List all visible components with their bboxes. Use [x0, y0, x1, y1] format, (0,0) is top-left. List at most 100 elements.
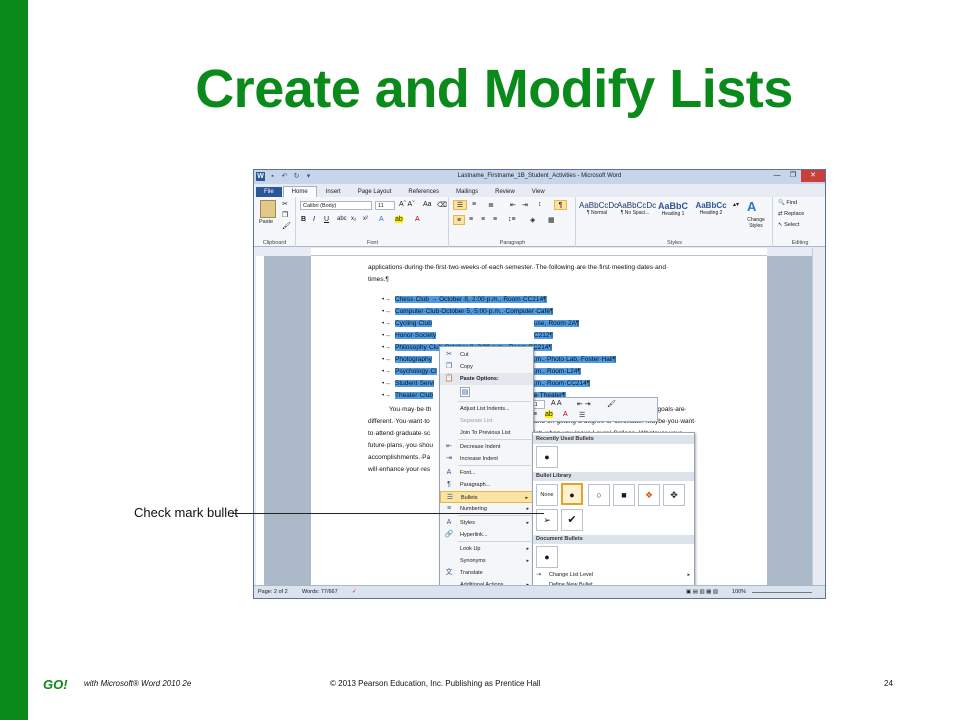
font-size-box[interactable]: 11	[375, 201, 395, 210]
list-item-continuation[interactable]: use,·Room·2A¶	[534, 320, 580, 327]
superscript-icon[interactable]: x²	[363, 216, 368, 222]
sort-icon[interactable]: ↕	[538, 201, 542, 208]
bullet-solid-circle[interactable]: ●	[561, 483, 583, 505]
bullet-hollow-circle[interactable]: ○	[588, 484, 610, 506]
list-item-continuation[interactable]: .m.,·Room·CC214¶	[534, 380, 591, 387]
align-right-icon[interactable]: ≡	[481, 216, 485, 223]
menu-item-copy[interactable]: ❐ Copy	[440, 361, 533, 373]
change-styles-button[interactable]: Change Styles	[743, 217, 769, 229]
menu-item-increase-indent[interactable]: ⇥ Increase Indent	[440, 453, 533, 465]
list-item[interactable]: Cycling·Club	[395, 320, 432, 327]
select-button[interactable]: ↖ Select	[778, 222, 799, 228]
tab-references[interactable]: References	[400, 187, 447, 197]
bullet-four-diamonds[interactable]: ✥	[663, 484, 685, 506]
restore-icon[interactable]: ❐	[785, 170, 801, 182]
bullet-colored-diamonds[interactable]: ❖	[638, 484, 660, 506]
proofing-icon[interactable]: ✓	[352, 589, 357, 595]
change-case-icon[interactable]: Aa	[423, 201, 432, 208]
underline-icon[interactable]: U	[324, 216, 329, 223]
zoom-level[interactable]: 100%	[732, 589, 746, 595]
style-heading-1[interactable]: AaBbC Heading 1	[655, 201, 691, 229]
increase-indent-button-icon[interactable]: ⇥	[522, 201, 528, 209]
menu-item-cut[interactable]: ✂ Cut	[440, 349, 533, 361]
menu-item-styles[interactable]: A Styles ▸	[440, 517, 533, 529]
bullet-check-mark[interactable]: ✔	[561, 509, 583, 531]
cut-icon[interactable]: ✂	[282, 200, 288, 208]
text-effects-icon[interactable]: A	[379, 216, 384, 223]
list-item-continuation[interactable]: C212¶	[534, 332, 554, 339]
list-item[interactable]: Honor·Society	[395, 332, 437, 339]
vertical-ruler[interactable]	[256, 256, 264, 586]
justify-icon[interactable]: ≡	[493, 216, 497, 223]
tab-page-layout[interactable]: Page Layout	[350, 187, 400, 197]
tab-insert[interactable]: Insert	[318, 187, 349, 197]
menu-item-paragraph[interactable]: ¶ Paragraph...	[440, 479, 533, 491]
tab-home[interactable]: Home	[282, 186, 317, 197]
word-count[interactable]: Words: 77/667	[302, 589, 338, 595]
line-spacing-icon[interactable]: ↕≡	[508, 216, 516, 223]
mini-indent-icon[interactable]: ⇤ ⇥	[577, 400, 591, 408]
vertical-scrollbar[interactable]	[812, 248, 825, 586]
list-item[interactable]: Photography	[395, 356, 432, 363]
subscript-icon[interactable]: x₂	[351, 216, 356, 222]
mini-bullets-icon[interactable]: ☰	[579, 411, 585, 419]
tab-file[interactable]: File	[256, 187, 282, 197]
style-no-spacing[interactable]: AaBbCcDc ¶ No Spaci...	[617, 201, 656, 229]
copy-icon[interactable]: ❐	[282, 211, 288, 219]
bullets-button-icon[interactable]: ☰	[453, 200, 467, 210]
menu-item-adjust-list-indents[interactable]: Adjust List Indents...	[440, 403, 533, 415]
page-count[interactable]: Page: 2 of 2	[258, 589, 288, 595]
mini-format-painter-icon[interactable]: 🖌	[607, 400, 616, 408]
grow-font-icon[interactable]: Aˆ Aˇ	[399, 201, 415, 208]
style-normal[interactable]: AaBbCcDc ¶ Normal	[579, 201, 618, 229]
menu-item-decrease-indent[interactable]: ⇤ Decrease Indent	[440, 441, 533, 453]
bullet-square[interactable]: ■	[613, 484, 635, 506]
change-styles-icon[interactable]: A	[747, 199, 756, 214]
italic-icon[interactable]: I	[313, 216, 315, 223]
list-item[interactable]: Computer·Club·October·5,·5:00·p.m.,·Comp…	[395, 308, 554, 315]
align-left-icon[interactable]: ≡	[453, 215, 465, 225]
menu-item-bullets[interactable]: ☰ Bullets ▸	[440, 491, 533, 503]
find-button[interactable]: 🔍 Find	[778, 200, 797, 206]
format-painter-icon[interactable]: 🖌	[282, 222, 291, 230]
strikethrough-icon[interactable]: abc	[337, 216, 347, 222]
mini-highlight-icon[interactable]: ab	[545, 411, 553, 418]
menu-item-font[interactable]: A Font...	[440, 467, 533, 479]
document-bullet-solid-circle[interactable]: ●	[536, 546, 558, 568]
font-name-box[interactable]: Calibri (Body)	[300, 201, 372, 210]
minimize-icon[interactable]: —	[769, 170, 785, 182]
menu-item-separate-list[interactable]: Separate List	[440, 415, 533, 427]
paste-button[interactable]: Paste	[259, 219, 273, 225]
multilevel-list-icon[interactable]: ≣	[488, 201, 494, 209]
styles-scroll-icon[interactable]: ▴▾	[733, 201, 739, 208]
replace-button[interactable]: ⇄ Replace	[778, 211, 804, 217]
center-icon[interactable]: ≡	[469, 216, 473, 223]
view-buttons-icon[interactable]: ▣ ▤ ▥ ▦ ▧	[686, 589, 718, 595]
highlight-icon[interactable]: ab	[395, 216, 403, 223]
list-item[interactable]: Student·Servi	[395, 380, 435, 387]
list-item[interactable]: Psychology·Cl	[395, 368, 437, 375]
list-item[interactable]: Theater·Club	[395, 392, 433, 399]
borders-icon[interactable]: ▦	[548, 216, 555, 224]
mini-grow-font-icon[interactable]: A A	[551, 400, 562, 407]
decrease-indent-button-icon[interactable]: ⇤	[510, 201, 516, 209]
menu-item-synonyms[interactable]: Synonyms ▸	[440, 555, 533, 567]
paste-keep-text-only[interactable]: ▤	[440, 385, 533, 401]
show-marks-icon[interactable]: ¶	[554, 200, 567, 210]
tab-view[interactable]: View	[524, 187, 553, 197]
tab-review[interactable]: Review	[487, 187, 523, 197]
font-color-icon[interactable]: A	[415, 216, 420, 223]
horizontal-ruler[interactable]	[311, 248, 767, 256]
style-heading-2[interactable]: AaBbCc Heading 2	[693, 201, 729, 229]
zoom-slider[interactable]	[752, 592, 812, 593]
bold-icon[interactable]: B	[301, 216, 306, 223]
recent-bullet-solid-circle[interactable]: ●	[536, 446, 558, 468]
menu-item-hyperlink[interactable]: 🔗 Hyperlink...	[440, 529, 533, 541]
shading-icon[interactable]: ◈	[530, 216, 535, 224]
menu-item-join-to-previous-list[interactable]: Join To Previous List	[440, 427, 533, 439]
list-item-continuation[interactable]: .m.,·Photo·Lab,·Foster·Hall¶	[534, 356, 617, 363]
numbering-button-icon[interactable]: ≡	[472, 201, 476, 208]
menu-item-translate[interactable]: 文 Translate	[440, 567, 533, 579]
clear-formatting-icon[interactable]: ⌫	[437, 201, 447, 209]
list-item-continuation[interactable]: .m.,·Room·L24¶	[534, 368, 581, 375]
